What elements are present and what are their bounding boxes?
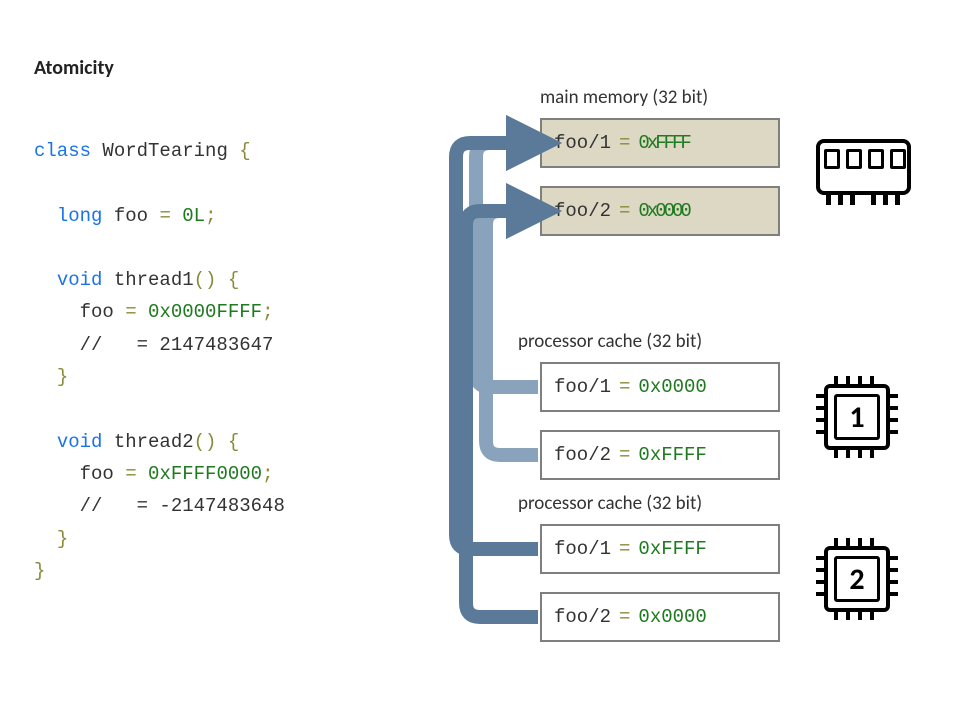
cache1-row1: foo/1 = 0x0000 <box>540 362 780 412</box>
eq: = <box>619 200 630 222</box>
mem-row2-label: foo/2 <box>554 200 611 222</box>
method1-name: thread1 <box>114 269 194 291</box>
mem-row1: foo/1 = 0xFFFF <box>540 118 780 168</box>
cpu2-label: 2 <box>834 556 880 602</box>
ram-icon <box>816 139 911 214</box>
eq: = <box>619 606 630 628</box>
kw-void1: void <box>57 269 103 291</box>
t2-rhs: 0xFFFF0000 <box>148 463 262 485</box>
eq: = <box>619 132 630 154</box>
label-cache1: processor cache (32 bit) <box>518 330 702 353</box>
cpu1-icon: 1 <box>812 372 902 462</box>
t2-comment: // = -2147483648 <box>80 495 285 517</box>
t1-lhs: foo <box>80 301 114 323</box>
field-name: foo <box>114 205 148 227</box>
cache1-row1-val: 0x0000 <box>638 376 706 398</box>
field-init: 0L <box>182 205 205 227</box>
page-title: Atomicity <box>34 56 114 80</box>
cpu1-label: 1 <box>834 394 880 440</box>
class-name: WordTearing <box>102 140 227 162</box>
mem-row1-val: 0xFFFF <box>638 132 688 154</box>
label-main-memory: main memory (32 bit) <box>540 86 708 109</box>
t1-comment: // = 2147483647 <box>80 334 274 356</box>
kw-long: long <box>57 205 103 227</box>
cache1-row2: foo/2 = 0xFFFF <box>540 430 780 480</box>
eq: = <box>619 538 630 560</box>
mem-row2: foo/2 = 0x0000 <box>540 186 780 236</box>
t2-lhs: foo <box>80 463 114 485</box>
cache2-row2-val: 0x0000 <box>638 606 706 628</box>
cache2-row2-label: foo/2 <box>554 606 611 628</box>
eq: = <box>619 376 630 398</box>
label-cache2: processor cache (32 bit) <box>518 492 702 515</box>
t1-rhs: 0x0000FFFF <box>148 301 262 323</box>
cpu2-icon: 2 <box>812 534 902 624</box>
cache1-row2-label: foo/2 <box>554 444 611 466</box>
cache2-row2: foo/2 = 0x0000 <box>540 592 780 642</box>
cache2-row1: foo/1 = 0xFFFF <box>540 524 780 574</box>
cache2-row1-val: 0xFFFF <box>638 538 706 560</box>
code-snippet: class WordTearing { long foo = 0L; void … <box>34 135 285 587</box>
mem-row2-val: 0x0000 <box>638 200 688 222</box>
eq: = <box>619 444 630 466</box>
kw-class: class <box>34 140 91 162</box>
cache1-row1-label: foo/1 <box>554 376 611 398</box>
mem-row1-label: foo/1 <box>554 132 611 154</box>
method2-name: thread2 <box>114 431 194 453</box>
kw-void2: void <box>57 431 103 453</box>
cache1-row2-val: 0xFFFF <box>638 444 706 466</box>
cache2-row1-label: foo/1 <box>554 538 611 560</box>
